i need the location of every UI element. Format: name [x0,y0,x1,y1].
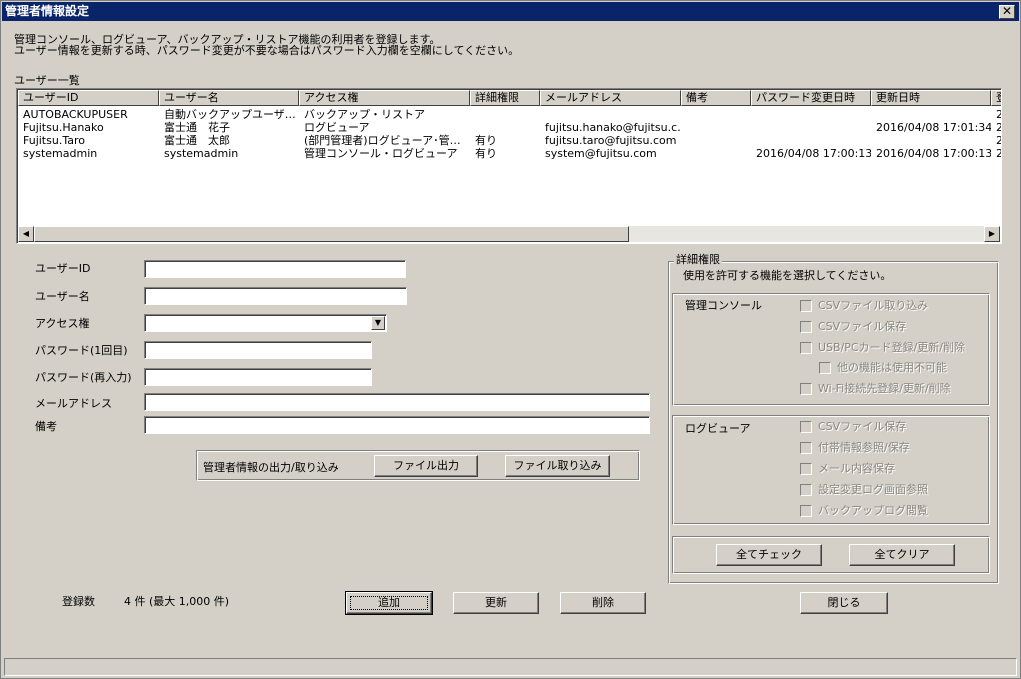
cell-user-name: 富士通 花子 [164,121,230,134]
column-header-password-changed[interactable]: パスワード変更日時 [751,90,871,106]
delete-button[interactable]: 削除 [560,592,646,614]
scroll-right-icon[interactable]: ▶ [984,226,1000,242]
cell-registered: 2 [991,108,1001,121]
column-header-user-name[interactable]: ユーザー名 [159,90,299,106]
scroll-left-icon[interactable]: ◀ [18,226,34,242]
cell-user-id: AUTOBACKUPUSER [23,108,128,121]
checkbox[interactable] [800,342,812,354]
email-field[interactable] [144,393,650,411]
note-label: 備考 [35,420,57,433]
column-header-email[interactable]: メールアドレス [540,90,681,106]
chevron-down-icon[interactable]: ▼ [371,316,385,330]
column-header-access[interactable]: アクセス権 [299,90,470,106]
cell-user-id: Fujitsu.Taro [23,134,85,147]
column-header-detail-perm[interactable]: 詳細権限 [470,90,540,106]
cell-access: バックアップ・リストア [304,108,425,121]
cell-detail-perm: 有り [475,134,497,147]
status-bar [4,658,1017,676]
console-permissions-group: 管理コンソール CSVファイル取り込み CSVファイル保存 USB/PCカード登… [672,293,990,406]
access-label: アクセス権 [35,317,90,330]
user-list-header: ユーザーID ユーザー名 アクセス権 詳細権限 メールアドレス 備考 パスワード… [18,90,1001,106]
checkbox[interactable] [800,505,812,517]
password1-label: パスワード(1回目) [35,344,128,357]
cell-access: 管理コンソール・ログビューア [304,147,458,160]
cell-password-changed: 2016/04/08 17:00:13 [756,147,871,160]
admin-settings-window: 管理者情報設定 ✕ 管理コンソール、ログビューア、バックアップ・リストア機能の利… [0,0,1021,679]
title-bar: 管理者情報設定 ✕ [2,2,1019,21]
clear-all-button[interactable]: 全てクリア [849,544,955,566]
detail-permissions-group: 使用を許可する機能を選択してください。 管理コンソール CSVファイル取り込み … [668,261,999,584]
checkbox[interactable] [800,383,812,395]
column-header-registered[interactable]: 登 [991,90,1001,106]
cell-email: fujitsu.hanako@fujitsu.c… [545,121,681,134]
cell-registered: 2 [991,121,1001,134]
check-all-button[interactable]: 全てチェック [716,544,822,566]
cell-access: ログビューア [304,121,370,134]
password2-label: パスワード(再入力) [35,371,132,384]
cell-user-id: systemadmin [23,147,98,160]
user-id-field[interactable] [144,260,406,278]
cell-updated: 2016/04/08 17:00:13 [876,147,991,160]
email-label: メールアドレス [35,397,112,410]
cell-user-name: systemadmin [164,147,239,160]
table-row[interactable]: Fujitsu.Hanako 富士通 花子 ログビューア fujitsu.han… [18,121,1001,134]
permissions-instruction: 使用を許可する機能を選択してください。 [683,269,892,282]
checkbox[interactable] [800,484,812,496]
window-title: 管理者情報設定 [5,4,90,18]
add-button[interactable]: 追加 [345,591,433,615]
check-buttons-panel: 全てチェック 全てクリア [672,536,990,574]
checkbox[interactable] [800,442,812,454]
count-label: 登録数 [62,595,95,608]
cell-email: fujitsu.taro@fujitsu.com [545,134,677,147]
table-row[interactable]: AUTOBACKUPUSER 自動バックアップユーザ… バックアップ・リストア … [18,108,1001,121]
checkbox[interactable] [819,362,831,374]
checkbox[interactable] [800,421,812,433]
detail-permissions-title: 詳細権限 [674,253,722,266]
cell-email: system@fujitsu.com [545,147,657,160]
import-file-button[interactable]: ファイル取り込み [505,455,610,477]
note-field[interactable] [144,416,650,434]
scroll-thumb[interactable] [34,226,629,242]
cell-registered: 2 [991,147,1001,160]
cell-user-name: 自動バックアップユーザ… [164,108,296,121]
checkbox[interactable] [800,300,812,312]
cell-updated: 2016/04/08 17:01:34 [876,121,991,134]
count-value: 4 件 (最大 1,000 件) [124,595,230,608]
io-panel: 管理者情報の出力/取り込み ファイル出力 ファイル取り込み [196,450,640,481]
checkbox[interactable] [800,463,812,475]
viewer-group-label: ログビューア [685,422,751,435]
cell-user-id: Fujitsu.Hanako [23,121,104,134]
user-list-label: ユーザー一覧 [14,74,80,87]
password1-field[interactable] [144,341,372,359]
checkbox[interactable] [800,321,812,333]
cell-access: (部門管理者)ログビューア･管… [304,134,461,147]
access-select[interactable]: ▼ [144,314,387,332]
table-row[interactable]: Fujitsu.Taro 富士通 太郎 (部門管理者)ログビューア･管… 有り … [18,134,1001,147]
export-file-button[interactable]: ファイル出力 [374,455,478,477]
password2-field[interactable] [144,368,372,386]
description-line-2: ユーザー情報を更新する時、パスワード変更が不要な場合はパスワード入力欄を空欄にし… [14,44,520,57]
update-button[interactable]: 更新 [453,592,539,614]
cell-user-name: 富士通 太郎 [164,134,230,147]
horizontal-scrollbar[interactable]: ◀ ▶ [18,226,1000,242]
column-header-note[interactable]: 備考 [681,90,751,106]
cell-detail-perm: 有り [475,147,497,160]
column-header-updated[interactable]: 更新日時 [871,90,991,106]
io-panel-label: 管理者情報の出力/取り込み [203,461,339,474]
user-list[interactable]: ユーザーID ユーザー名 アクセス権 詳細権限 メールアドレス 備考 パスワード… [16,88,1002,244]
focus-ring [350,596,428,610]
user-id-label: ユーザーID [35,262,91,275]
user-name-label: ユーザー名 [35,290,90,303]
viewer-permissions-group: ログビューア CSVファイル保存 付帯情報参照/保存 メール内容保存 設定変更ロ… [672,415,990,525]
cell-registered: 2 [991,134,1001,147]
close-button[interactable]: 閉じる [800,592,888,614]
user-name-field[interactable] [144,287,407,305]
close-icon[interactable]: ✕ [999,5,1015,19]
table-row[interactable]: systemadmin systemadmin 管理コンソール・ログビューア 有… [18,147,1001,160]
console-group-label: 管理コンソール [685,299,762,312]
column-header-user-id[interactable]: ユーザーID [18,90,159,106]
